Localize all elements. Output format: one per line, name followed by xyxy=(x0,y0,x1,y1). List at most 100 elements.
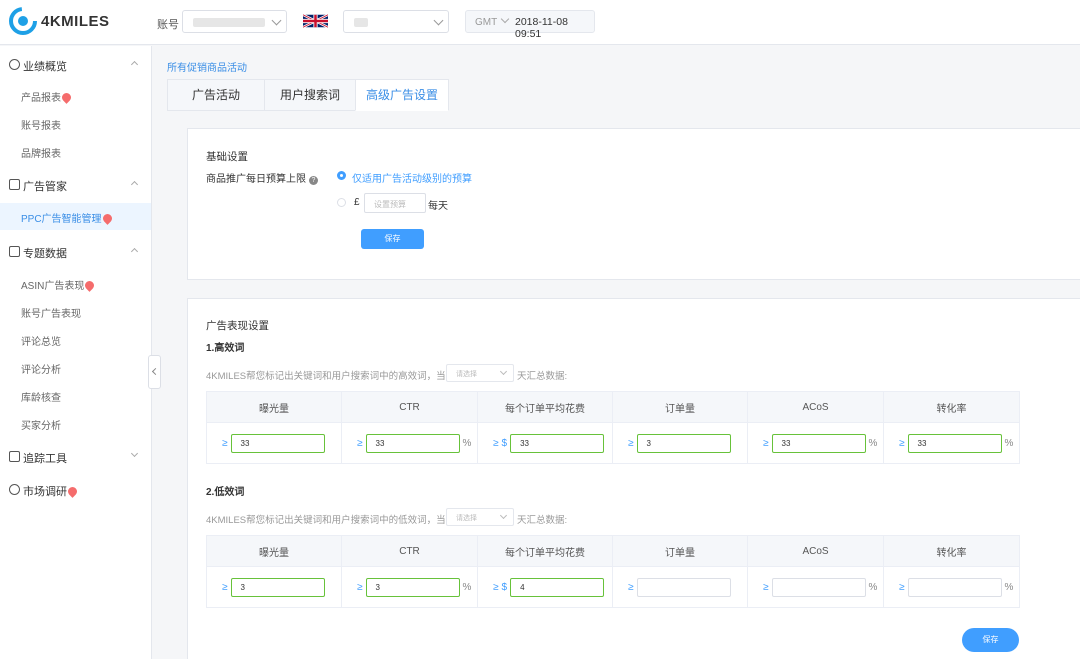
performance-save-button[interactable]: 保存 xyxy=(962,628,1019,652)
tab-advanced-settings[interactable]: 高级广告设置 xyxy=(355,79,449,111)
current-datetime: 2018-11-08 09:51 xyxy=(515,16,568,40)
sidebar: 业绩概览 产品报表 账号报表 品牌报表 广告管家 PPC广告智能管理 专题数据 … xyxy=(0,46,152,659)
sidebar-item-inventory-age[interactable]: 库龄核查 xyxy=(0,383,151,409)
basic-settings-card: 基础设置 商品推广每日预算上限? 仅适用广告活动级别的预算 £ 设置预算 每天 … xyxy=(187,128,1080,280)
low-days-select[interactable]: 请选择 xyxy=(446,508,514,526)
performance-settings-title: 广告表现设置 xyxy=(206,320,269,332)
hot-icon xyxy=(100,212,114,225)
high-days-select-placeholder: 请选择 xyxy=(456,371,477,378)
sidebar-group-research[interactable]: 市场调研 xyxy=(0,479,152,503)
basic-save-button[interactable]: 保存 xyxy=(361,229,424,249)
currency-symbol: £ xyxy=(354,197,360,208)
sidebar-item-brand-report[interactable]: 品牌报表 xyxy=(0,139,151,165)
high-efficiency-hint-post: 天汇总数据: xyxy=(517,371,568,382)
gte-symbol: ≥ xyxy=(222,437,228,449)
high-conversion-input[interactable]: 33 xyxy=(907,433,1002,453)
sidebar-item-label: 评论总览 xyxy=(21,337,61,348)
sidebar-item-label: 品牌报表 xyxy=(21,149,61,160)
sidebar-item-product-report[interactable]: 产品报表 xyxy=(0,83,151,109)
marketplace-select[interactable] xyxy=(343,10,449,33)
budget-option-campaign-label[interactable]: 仅适用广告活动级别的预算 xyxy=(352,170,472,185)
sidebar-group-data[interactable]: 专题数据 xyxy=(0,241,152,265)
sidebar-item-review-analysis[interactable]: 评论分析 xyxy=(0,355,151,381)
sidebar-item-account-report[interactable]: 账号报表 xyxy=(0,111,151,137)
low-orders-input[interactable] xyxy=(636,577,731,597)
percent-symbol: % xyxy=(1004,581,1014,593)
high-orders-input[interactable]: 3 xyxy=(636,433,731,453)
gte-symbol: ≥ xyxy=(222,581,228,593)
budget-option-custom-radio[interactable] xyxy=(337,198,346,207)
low-acos-input[interactable] xyxy=(771,577,866,597)
sidebar-item-label: PPC广告智能管理 xyxy=(21,214,102,225)
sidebar-item-label: ASIN广告表现 xyxy=(21,281,85,292)
tab-campaigns[interactable]: 广告活动 xyxy=(167,79,265,111)
gte-symbol: ≥ xyxy=(899,437,905,449)
hot-icon xyxy=(66,485,79,498)
sidebar-item-label: 买家分析 xyxy=(21,421,61,432)
gte-symbol: ≥ xyxy=(493,437,499,449)
sidebar-group-performance[interactable]: 业绩概览 xyxy=(0,54,152,78)
sidebar-group-ads[interactable]: 广告管家 xyxy=(0,174,152,198)
chevron-left-icon xyxy=(151,367,160,376)
budget-option-campaign-radio[interactable] xyxy=(337,171,346,180)
sidebar-group-label: 业绩概览 xyxy=(23,61,67,73)
column-header-orders: 订单量 xyxy=(612,535,748,567)
low-days-select-placeholder: 请选择 xyxy=(456,515,477,522)
help-icon[interactable]: ? xyxy=(309,176,318,185)
high-efficiency-title: 1.高效词 xyxy=(206,343,245,354)
sidebar-item-account-ads[interactable]: 账号广告表现 xyxy=(0,299,151,325)
sidebar-item-label: 库龄核查 xyxy=(21,393,61,404)
sidebar-group-tracking[interactable]: 追踪工具 xyxy=(0,446,152,470)
low-efficiency-table: 曝光量 CTR 每个订单平均花费 订单量 ACoS 转化率 ≥3 ≥3% ≥ $4… xyxy=(206,535,1020,608)
percent-symbol: % xyxy=(462,437,472,449)
chevron-up-icon xyxy=(130,60,139,69)
low-ctr-input[interactable]: 3 xyxy=(365,577,460,597)
per-day-label: 每天 xyxy=(428,201,448,212)
gte-symbol: ≥ xyxy=(628,581,634,593)
marketplace-value-redacted xyxy=(354,18,368,27)
dollar-symbol: $ xyxy=(501,437,508,449)
chevron-down-icon xyxy=(271,15,282,26)
data-icon xyxy=(9,246,20,257)
breadcrumb[interactable]: 所有促销商品活动 xyxy=(167,59,247,74)
column-header-ctr: CTR xyxy=(341,535,478,567)
budget-label: 商品推广每日预算上限? xyxy=(206,170,318,185)
sidebar-item-ppc[interactable]: PPC广告智能管理 xyxy=(0,203,151,230)
sidebar-item-buyer-analysis[interactable]: 买家分析 xyxy=(0,411,151,437)
budget-input[interactable]: 设置预算 xyxy=(364,193,426,213)
high-days-select[interactable]: 请选择 xyxy=(446,364,514,382)
column-header-cpa: 每个订单平均花费 xyxy=(477,535,613,567)
sidebar-group-label: 专题数据 xyxy=(23,248,67,260)
column-header-conversion: 转化率 xyxy=(883,535,1020,567)
chevron-up-icon xyxy=(130,247,139,256)
uk-flag-icon[interactable] xyxy=(303,13,328,29)
low-cpa-input[interactable]: 4 xyxy=(510,577,605,597)
chevron-down-icon xyxy=(433,15,444,26)
tracking-icon xyxy=(9,451,20,462)
tab-search-terms[interactable]: 用户搜索词 xyxy=(264,79,356,111)
timezone-display[interactable]: GMT 2018-11-08 09:51 xyxy=(465,10,595,40)
sidebar-item-asin-ads[interactable]: ASIN广告表现 xyxy=(0,271,151,297)
chevron-down-icon xyxy=(130,449,139,458)
high-efficiency-table: 曝光量 CTR 每个订单平均花费 订单量 ACoS 转化率 ≥33 ≥33% ≥… xyxy=(206,391,1020,464)
low-impressions-input[interactable]: 3 xyxy=(230,577,325,597)
high-impressions-input[interactable]: 33 xyxy=(230,433,325,453)
table-header-row: 曝光量 CTR 每个订单平均花费 订单量 ACoS 转化率 xyxy=(206,391,1020,423)
high-efficiency-hint-pre: 4KMILES帮您标记出关键词和用户搜索词中的高效词，当过去 xyxy=(206,371,465,382)
high-acos-input[interactable]: 33 xyxy=(771,433,866,453)
timezone-label: GMT xyxy=(475,17,498,28)
percent-symbol: % xyxy=(1004,437,1014,449)
column-header-impressions: 曝光量 xyxy=(206,535,342,567)
sidebar-collapse-button[interactable] xyxy=(148,355,161,389)
table-header-row: 曝光量 CTR 每个订单平均花费 订单量 ACoS 转化率 xyxy=(206,535,1020,567)
brand-logo[interactable]: 4KMILES xyxy=(8,5,110,37)
low-conversion-input[interactable] xyxy=(907,577,1002,597)
account-select[interactable] xyxy=(182,10,287,33)
chevron-down-icon xyxy=(499,367,508,376)
sidebar-item-label: 账号报表 xyxy=(21,121,61,132)
sidebar-group-label: 追踪工具 xyxy=(23,453,67,465)
sidebar-item-review-overview[interactable]: 评论总览 xyxy=(0,327,151,353)
high-ctr-input[interactable]: 33 xyxy=(365,433,460,453)
high-cpa-input[interactable]: 33 xyxy=(510,433,605,453)
column-header-cpa: 每个订单平均花费 xyxy=(477,391,613,423)
